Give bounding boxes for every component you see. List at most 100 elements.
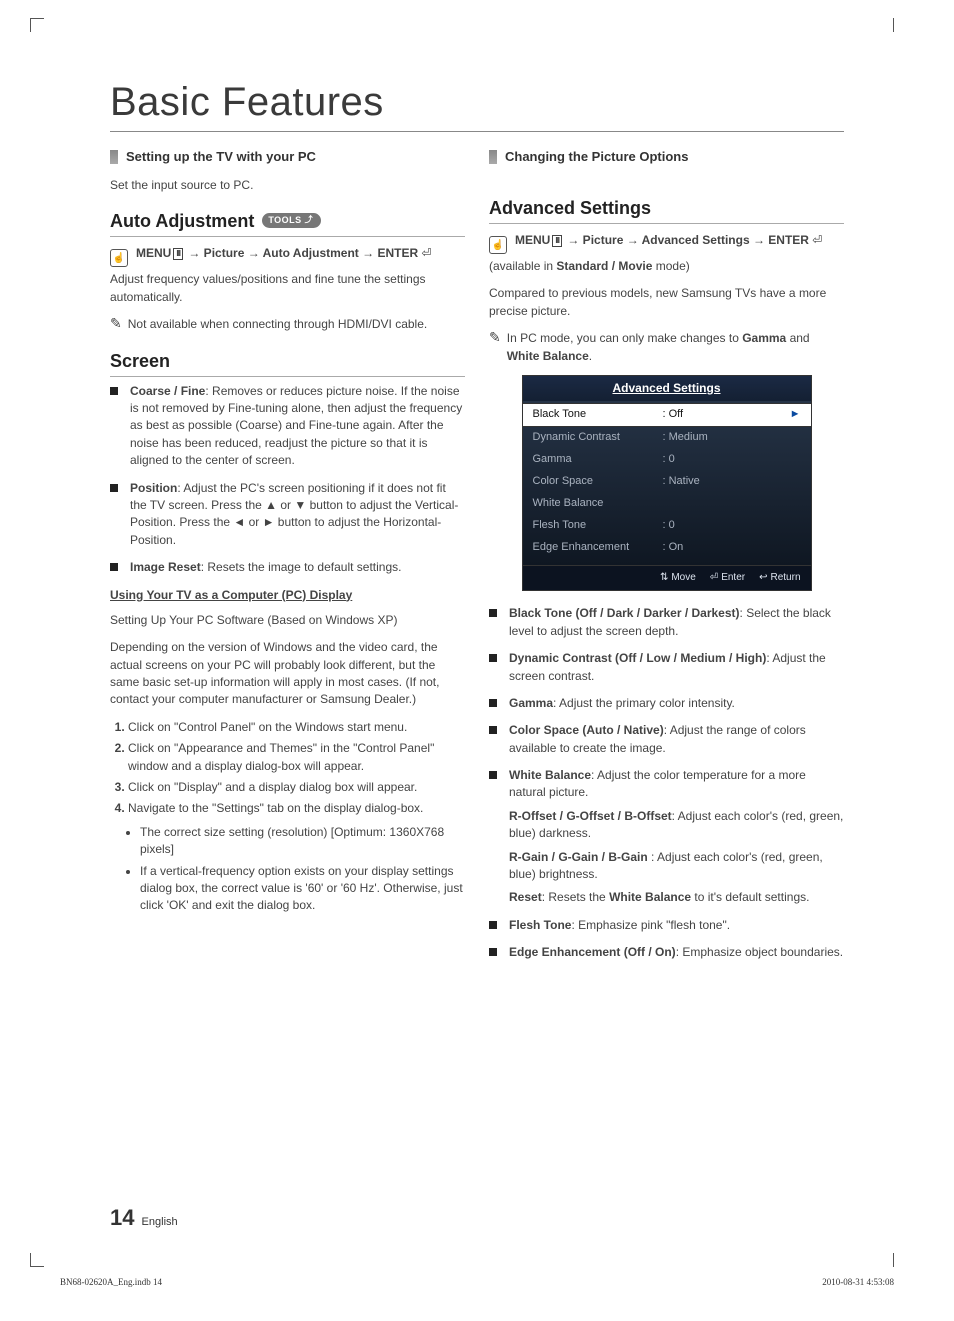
osd-row[interactable]: Dynamic Contrast: Medium bbox=[523, 427, 811, 449]
osd-value: : 0 bbox=[663, 518, 675, 534]
print-timestamp: 2010-08-31 4:53:08 bbox=[822, 1277, 894, 1287]
crop-mark bbox=[30, 18, 44, 32]
item-text: : Resets the image to default settings. bbox=[201, 560, 402, 574]
note: ✎ Not available when connecting through … bbox=[110, 316, 465, 333]
wb-sub: R-Offset / G-Offset / B-Offset: Adjust e… bbox=[509, 808, 844, 843]
text: (available in bbox=[489, 259, 556, 273]
section-header-label: Setting up the TV with your PC bbox=[126, 148, 316, 167]
right-column: Changing the Picture Options Advanced Se… bbox=[489, 144, 844, 972]
subhead-label: Screen bbox=[110, 348, 170, 374]
body-text: Depending on the version of Windows and … bbox=[110, 639, 465, 709]
enter-icon bbox=[418, 246, 431, 260]
print-id: BN68-02620A_Eng.indb 14 bbox=[60, 1277, 162, 1287]
osd-key: White Balance bbox=[533, 496, 663, 512]
wb-sub: R-Gain / G-Gain / B-Gain : Adjust each c… bbox=[509, 849, 844, 884]
page-title: Basic Features bbox=[110, 80, 894, 125]
item-text: : Adjust the primary color intensity. bbox=[553, 696, 735, 710]
item-text: : Emphasize pink "flesh tone". bbox=[571, 918, 730, 932]
note: ✎ In PC mode, you can only make changes … bbox=[489, 330, 844, 365]
crop-mark bbox=[893, 18, 894, 32]
left-column: Setting up the TV with your PC Set the i… bbox=[110, 144, 465, 972]
crop-mark bbox=[893, 1253, 894, 1267]
subhead-label: Advanced Settings bbox=[489, 195, 651, 221]
osd-row[interactable]: Color Space: Native bbox=[523, 471, 811, 493]
list-item: If a vertical-frequency option exists on… bbox=[140, 863, 465, 915]
menu-path-auto-adjustment: MENUIII → Picture → Auto Adjustment → EN… bbox=[110, 245, 465, 263]
item-label: White Balance bbox=[509, 768, 591, 782]
advanced-settings-items: Black Tone (Off / Dark / Darker / Darkes… bbox=[489, 605, 844, 961]
osd-title: Advanced Settings bbox=[523, 376, 811, 401]
print-line: BN68-02620A_Eng.indb 14 2010-08-31 4:53:… bbox=[60, 1277, 894, 1287]
item-text: : Resets the bbox=[542, 890, 609, 904]
setup-sub-bullets: The correct size setting (resolution) [O… bbox=[110, 824, 465, 915]
osd-key: Dynamic Contrast bbox=[533, 430, 663, 446]
note-hand-icon: ✎ bbox=[489, 330, 501, 365]
menu-path-advanced-settings: MENUIII → Picture → Advanced Settings → … bbox=[489, 232, 844, 250]
advanced-settings-heading: Advanced Settings bbox=[489, 195, 844, 224]
item-label: Flesh Tone bbox=[509, 918, 571, 932]
item-text: : Adjust the PC's screen positioning if … bbox=[130, 481, 458, 547]
osd-hint-move: Move bbox=[660, 571, 696, 586]
section-header-picture-options: Changing the Picture Options bbox=[489, 148, 844, 167]
list-item: Click on "Appearance and Themes" in the … bbox=[128, 740, 465, 775]
list-item: Image Reset: Resets the image to default… bbox=[110, 559, 465, 576]
list-item: Navigate to the "Settings" tab on the di… bbox=[128, 800, 465, 817]
subhead-label: Auto Adjustment bbox=[110, 208, 254, 234]
osd-row[interactable]: Edge Enhancement: On bbox=[523, 537, 811, 559]
item-label: Coarse / Fine bbox=[130, 384, 205, 398]
osd-value: : On bbox=[663, 540, 684, 556]
menu-grid-icon: III bbox=[173, 248, 183, 260]
list-item: White Balance: Adjust the color temperat… bbox=[489, 767, 844, 907]
text: In PC mode, you can only make changes to bbox=[507, 331, 742, 345]
item-label: Dynamic Contrast (Off / Low / Medium / H… bbox=[509, 651, 766, 665]
note-text: Not available when connecting through HD… bbox=[128, 316, 428, 333]
osd-row[interactable]: Flesh Tone: 0 bbox=[523, 515, 811, 537]
remote-menu-icon bbox=[489, 236, 507, 254]
remote-menu-icon bbox=[110, 249, 128, 267]
osd-value: : Off bbox=[663, 407, 684, 423]
menu-grid-icon: III bbox=[552, 235, 562, 247]
osd-value: : Native bbox=[663, 474, 700, 490]
chevron-right-icon: ► bbox=[790, 407, 801, 423]
list-item: Click on "Control Panel" on the Windows … bbox=[128, 719, 465, 736]
body-text: Compared to previous models, new Samsung… bbox=[489, 285, 844, 320]
section-header-label: Changing the Picture Options bbox=[505, 148, 688, 167]
osd-hint-enter: Enter bbox=[710, 571, 745, 586]
osd-footer: Move Enter Return bbox=[523, 565, 811, 591]
item-label: Gamma bbox=[509, 696, 553, 710]
page-number: 14 bbox=[110, 1205, 134, 1230]
pc-display-subheading: Using Your TV as a Computer (PC) Display bbox=[110, 587, 465, 604]
osd-panel: Advanced Settings Black Tone : Off ► Dyn… bbox=[522, 375, 812, 591]
item-label: Image Reset bbox=[130, 560, 201, 574]
tools-pill-icon: TOOLS bbox=[262, 213, 321, 228]
text-bold: White Balance bbox=[609, 890, 691, 904]
setup-steps: Click on "Control Panel" on the Windows … bbox=[110, 719, 465, 818]
list-item: Color Space (Auto / Native): Adjust the … bbox=[489, 722, 844, 757]
osd-key: Gamma bbox=[533, 452, 663, 468]
list-item: Black Tone (Off / Dark / Darker / Darkes… bbox=[489, 605, 844, 640]
body-text: Adjust frequency values/positions and fi… bbox=[110, 271, 465, 306]
osd-row[interactable]: Gamma: 0 bbox=[523, 449, 811, 471]
section-marker-icon bbox=[489, 150, 497, 164]
wb-sub: Reset: Resets the White Balance to it's … bbox=[509, 889, 844, 906]
item-label: Position bbox=[130, 481, 177, 495]
note-hand-icon: ✎ bbox=[110, 316, 122, 333]
item-label: Edge Enhancement (Off / On) bbox=[509, 945, 676, 959]
item-text: : Emphasize object boundaries. bbox=[676, 945, 843, 959]
title-rule bbox=[110, 131, 844, 132]
section-marker-icon bbox=[110, 150, 118, 164]
list-item: Edge Enhancement (Off / On): Emphasize o… bbox=[489, 944, 844, 961]
osd-row[interactable]: White Balance bbox=[523, 493, 811, 515]
list-item: The correct size setting (resolution) [O… bbox=[140, 824, 465, 859]
enter-icon bbox=[809, 233, 822, 247]
osd-key: Edge Enhancement bbox=[533, 540, 663, 556]
page-footer: 14 English bbox=[110, 1205, 178, 1231]
auto-adjustment-heading: Auto Adjustment TOOLS bbox=[110, 208, 465, 237]
footer-language: English bbox=[142, 1216, 178, 1228]
item-label: Black Tone (Off / Dark / Darker / Darkes… bbox=[509, 606, 740, 620]
list-item: Coarse / Fine: Removes or reduces pictur… bbox=[110, 383, 465, 470]
body-text: Setting Up Your PC Software (Based on Wi… bbox=[110, 612, 465, 629]
osd-row-selected[interactable]: Black Tone : Off ► bbox=[523, 403, 811, 427]
text: and bbox=[786, 331, 809, 345]
list-item: Gamma: Adjust the primary color intensit… bbox=[489, 695, 844, 712]
